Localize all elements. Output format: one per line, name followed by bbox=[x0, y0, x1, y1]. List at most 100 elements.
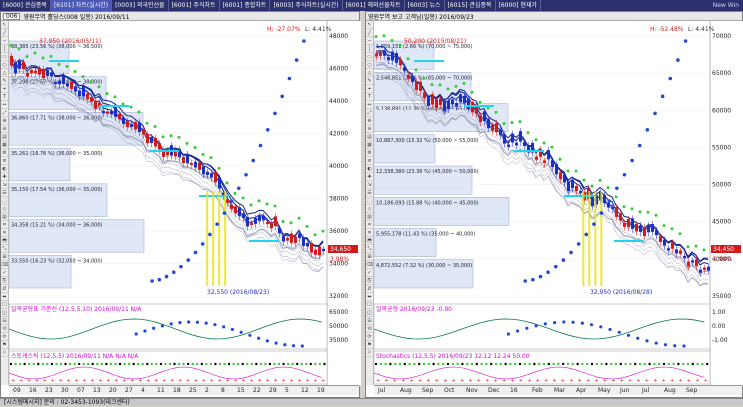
drawing-tool-icon[interactable]: ⬒ bbox=[1, 237, 8, 245]
drawing-tool-icon[interactable]: ⎘ bbox=[366, 277, 373, 285]
window-tab[interactable]: [6003] 주식차트(실시간) bbox=[270, 0, 343, 11]
right-price-chart[interactable]: 1,859,151 (2.66 %) (70,000 ~ 75,000)2,54… bbox=[374, 21, 743, 386]
drawing-tool-icon[interactable]: △ bbox=[1, 69, 8, 77]
drawing-tool-icon[interactable]: ⟳ bbox=[1, 333, 8, 341]
drawing-tool-icon[interactable]: ⬚ bbox=[1, 197, 8, 205]
window-tab[interactable]: [6001] 주식차트 bbox=[169, 0, 220, 11]
drawing-tool-icon[interactable]: ✓ bbox=[366, 269, 373, 277]
drawing-tool-icon[interactable]: ⚐ bbox=[1, 349, 8, 357]
drawing-tool-icon[interactable]: ⚙ bbox=[1, 149, 8, 157]
drawing-tool-icon[interactable]: ▭ bbox=[366, 53, 373, 61]
drawing-tool-icon[interactable]: ◇ bbox=[1, 205, 8, 213]
window-tab[interactable]: [6003] 뉴스 bbox=[405, 0, 445, 11]
drawing-tool-icon[interactable]: │ bbox=[366, 45, 373, 53]
window-tab[interactable]: [6001] 종합차트 bbox=[220, 0, 271, 11]
drawing-tool-icon[interactable]: ✚ bbox=[366, 173, 373, 181]
drawing-tool-icon[interactable]: ⊖ bbox=[1, 125, 8, 133]
drawing-tool-icon[interactable]: ☰ bbox=[366, 189, 373, 197]
drawing-tool-icon[interactable]: ✚ bbox=[1, 173, 8, 181]
right-drawing-toolbar[interactable]: ↖ ╱ ─ │ ▭ ○ △ ✎ ⌖ T ↔ ⤢ ⊕ ⊖ ▤ ▦ ⚙ ≡ ◐ ✚ ⇲ ☰ ⬚ ◇ ▥ ⌗ ✕ ⬒ ⤡ ⊞ ⌫ ✓ ⎘ ⇵ ⬌ ☐ ◫ ⊟ ⟲ ⟳… bbox=[366, 21, 374, 385]
drawing-tool-icon[interactable]: ⬌ bbox=[366, 293, 373, 301]
drawing-tool-icon[interactable]: ⊟ bbox=[1, 317, 8, 325]
drawing-tool-icon[interactable]: ⌗ bbox=[366, 221, 373, 229]
drawing-tool-icon[interactable]: ↖ bbox=[1, 21, 8, 29]
drawing-tool-icon[interactable]: ◫ bbox=[366, 309, 373, 317]
drawing-tool-icon[interactable]: ⌖ bbox=[1, 85, 8, 93]
drawing-tool-icon[interactable]: △ bbox=[366, 69, 373, 77]
drawing-tool-icon[interactable]: ▥ bbox=[366, 213, 373, 221]
stock-code-input[interactable]: 006 bbox=[3, 12, 21, 20]
window-tab[interactable]: [6000] 관심종목 bbox=[0, 0, 51, 11]
drawing-tool-icon[interactable]: ⌖ bbox=[366, 85, 373, 93]
drawing-tool-icon[interactable]: ⌗ bbox=[1, 221, 8, 229]
drawing-tool-icon[interactable]: ⊖ bbox=[366, 125, 373, 133]
drawing-tool-icon[interactable]: ▭ bbox=[1, 53, 8, 61]
left-price-chart[interactable]: 38,385 (23.56 %) (38,000 ~ 36,500)37,298… bbox=[9, 21, 361, 386]
drawing-tool-icon[interactable]: ↔ bbox=[1, 101, 8, 109]
drawing-tool-icon[interactable]: ⤢ bbox=[366, 109, 373, 117]
drawing-tool-icon[interactable]: ▤ bbox=[366, 133, 373, 141]
drawing-tool-icon[interactable]: ▦ bbox=[1, 141, 8, 149]
drawing-tool-icon[interactable]: T bbox=[1, 93, 8, 101]
drawing-tool-icon[interactable]: ◐ bbox=[1, 165, 8, 173]
window-tab[interactable]: [0003] 외국인선물 bbox=[112, 0, 169, 11]
drawing-tool-icon[interactable]: ╱ bbox=[366, 29, 373, 37]
drawing-tool-icon[interactable]: ⬒ bbox=[366, 237, 373, 245]
drawing-tool-icon[interactable]: ⚐ bbox=[366, 349, 373, 357]
drawing-tool-icon[interactable]: ⎘ bbox=[1, 277, 8, 285]
drawing-tool-icon[interactable]: ✕ bbox=[1, 229, 8, 237]
drawing-tool-icon[interactable]: ☐ bbox=[1, 301, 8, 309]
drawing-tool-icon[interactable]: ⟲ bbox=[366, 325, 373, 333]
drawing-tool-icon[interactable]: ⌫ bbox=[1, 261, 8, 269]
drawing-tool-icon[interactable]: ⌫ bbox=[366, 261, 373, 269]
drawing-tool-icon[interactable]: ⤡ bbox=[366, 245, 373, 253]
drawing-tool-icon[interactable]: ◐ bbox=[366, 165, 373, 173]
drawing-tool-icon[interactable]: ⚑ bbox=[1, 341, 8, 349]
drawing-tool-icon[interactable]: ✕ bbox=[366, 229, 373, 237]
drawing-tool-icon[interactable]: ☐ bbox=[366, 301, 373, 309]
window-tab[interactable]: [6000] 현재가 bbox=[496, 0, 541, 11]
drawing-tool-icon[interactable]: ⬚ bbox=[366, 197, 373, 205]
drawing-tool-icon[interactable]: ◫ bbox=[1, 309, 8, 317]
drawing-tool-icon[interactable]: ○ bbox=[366, 61, 373, 69]
drawing-tool-icon[interactable]: ⤡ bbox=[1, 245, 8, 253]
drawing-tool-icon[interactable]: ⇲ bbox=[1, 181, 8, 189]
new-window-button[interactable]: New Win bbox=[709, 2, 743, 9]
drawing-tool-icon[interactable]: ⊞ bbox=[366, 253, 373, 261]
drawing-tool-icon[interactable]: ⇵ bbox=[1, 285, 8, 293]
drawing-tool-icon[interactable]: ⊞ bbox=[1, 253, 8, 261]
window-tab[interactable]: [6001] 해외선물차트 bbox=[343, 0, 405, 11]
drawing-tool-icon[interactable]: T bbox=[366, 93, 373, 101]
drawing-tool-icon[interactable]: ⊕ bbox=[366, 117, 373, 125]
drawing-tool-icon[interactable]: ─ bbox=[1, 37, 8, 45]
drawing-tool-icon[interactable]: │ bbox=[1, 45, 8, 53]
window-tab[interactable]: [6015] 관심종목 bbox=[445, 0, 496, 11]
drawing-tool-icon[interactable]: ✓ bbox=[1, 269, 8, 277]
left-chart-pane[interactable]: 006 영원무역 홀딩스(008 일봉) 2016/09/11 ↖ ╱ ─ │ ▭ ○ △ ✎… bbox=[0, 11, 361, 398]
drawing-tool-icon[interactable]: ▤ bbox=[1, 133, 8, 141]
drawing-tool-icon[interactable]: ≡ bbox=[1, 157, 8, 165]
drawing-tool-icon[interactable]: ◇ bbox=[366, 205, 373, 213]
drawing-tool-icon[interactable]: ✎ bbox=[1, 77, 8, 85]
drawing-tool-icon[interactable]: ⚙ bbox=[366, 149, 373, 157]
drawing-tool-icon[interactable]: ⚑ bbox=[366, 341, 373, 349]
drawing-tool-icon[interactable]: ⊟ bbox=[366, 317, 373, 325]
drawing-tool-icon[interactable]: ⤢ bbox=[1, 109, 8, 117]
drawing-tool-icon[interactable]: ─ bbox=[366, 37, 373, 45]
drawing-tool-icon[interactable]: ☰ bbox=[1, 189, 8, 197]
drawing-tool-icon[interactable]: ▦ bbox=[366, 141, 373, 149]
drawing-tool-icon[interactable]: ⇲ bbox=[366, 181, 373, 189]
drawing-tool-icon[interactable]: ⟲ bbox=[1, 325, 8, 333]
drawing-tool-icon[interactable]: ╱ bbox=[1, 29, 8, 37]
drawing-tool-icon[interactable]: ⇵ bbox=[366, 285, 373, 293]
right-chart-pane[interactable]: 영원무역 보고 고객님(일봉) 2016/09/23 ↖ ╱ ─ │ ▭ ○ △ ✎ ⌖ T ↔ ⤢ ⊕… bbox=[365, 11, 743, 398]
drawing-tool-icon[interactable]: ⬌ bbox=[1, 293, 8, 301]
window-tab[interactable]: [6101] 차트(실시간) bbox=[50, 0, 113, 11]
drawing-tool-icon[interactable]: ⟳ bbox=[366, 333, 373, 341]
drawing-tool-icon[interactable]: ↔ bbox=[366, 101, 373, 109]
drawing-tool-icon[interactable]: ⊕ bbox=[1, 117, 8, 125]
drawing-tool-icon[interactable]: ✎ bbox=[366, 77, 373, 85]
drawing-tool-icon[interactable]: ○ bbox=[1, 61, 8, 69]
drawing-tool-icon[interactable]: ≡ bbox=[366, 157, 373, 165]
left-drawing-toolbar[interactable]: ↖ ╱ ─ │ ▭ ○ △ ✎ ⌖ T ↔ ⤢ ⊕ ⊖ ▤ ▦ ⚙ ≡ ◐ ✚ ⇲ ☰ ⬚ ◇ ▥ ⌗ ✕ ⬒ ⤡ ⊞ ⌫ ✓ ⎘ ⇵ ⬌ ☐ ◫ ⊟ ⟲ ⟳… bbox=[1, 21, 9, 385]
